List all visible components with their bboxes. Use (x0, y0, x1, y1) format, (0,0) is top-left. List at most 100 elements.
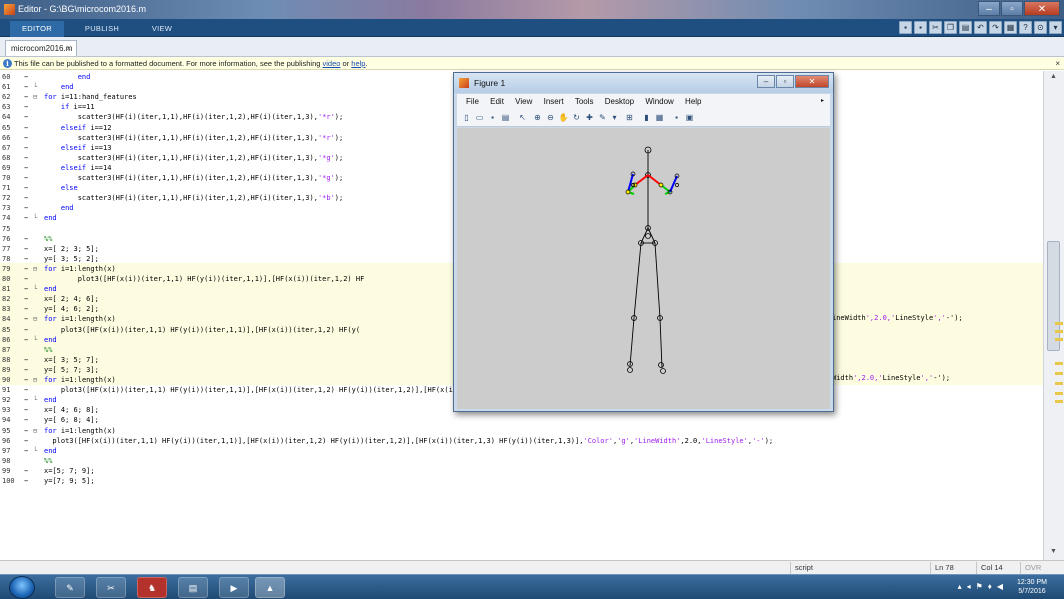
breakpoint-gutter[interactable]: − (24, 325, 28, 335)
link-icon[interactable]: ⊞ (624, 112, 635, 123)
fold-marker[interactable]: └ (33, 395, 43, 405)
figure-window[interactable]: Figure 1 – ▫ ✕ File Edit View Insert Too… (453, 72, 834, 412)
breakpoint-gutter[interactable]: − (24, 92, 28, 102)
breakpoint-gutter[interactable]: − (24, 163, 28, 173)
warning-marker[interactable] (1055, 382, 1063, 385)
help-link[interactable]: help (351, 59, 365, 68)
editor-scrollbar[interactable]: ▲ ▼ (1043, 71, 1064, 560)
breakpoint-gutter[interactable]: − (24, 193, 28, 203)
figure-minimize-icon[interactable]: – (757, 75, 775, 88)
menu-overflow-icon[interactable]: ▸ (821, 94, 824, 109)
warning-marker[interactable] (1055, 362, 1063, 365)
breakpoint-gutter[interactable]: − (24, 102, 28, 112)
breakpoint-gutter[interactable]: − (24, 436, 28, 446)
fold-marker[interactable]: ⊟ (33, 92, 43, 102)
brush-icon[interactable]: ✎ (597, 112, 608, 123)
warning-marker[interactable] (1055, 330, 1063, 333)
colorbar-icon[interactable]: ▮ (641, 112, 652, 123)
media-player-icon[interactable]: ▶ (219, 577, 249, 598)
pen-app-icon[interactable]: ✎ (55, 577, 85, 598)
code-line[interactable]: 99− x=[5; 7; 9]; (0, 466, 1043, 476)
breakpoint-gutter[interactable]: − (24, 274, 28, 284)
menu-desktop[interactable]: Desktop (605, 97, 634, 106)
breakpoint-gutter[interactable]: − (24, 234, 28, 244)
breakpoint-gutter[interactable]: − (24, 82, 28, 92)
breakpoint-gutter[interactable]: − (24, 264, 28, 274)
fold-marker[interactable]: └ (33, 335, 43, 345)
breakpoint-gutter[interactable]: − (24, 203, 28, 213)
undo-icon[interactable]: ↶ (974, 21, 987, 34)
show-plot-tools-icon[interactable]: ▣ (684, 112, 695, 123)
warning-marker[interactable] (1055, 372, 1063, 375)
warning-marker[interactable] (1055, 338, 1063, 341)
breakpoint-gutter[interactable]: − (24, 153, 28, 163)
hide-plot-tools-icon[interactable]: ▪ (671, 112, 682, 123)
tab-view[interactable]: VIEW (140, 21, 184, 37)
rotate-icon[interactable]: ↻ (571, 112, 582, 123)
zoom-out-icon[interactable]: ⊖ (545, 112, 556, 123)
fold-marker[interactable]: └ (33, 284, 43, 294)
fold-marker[interactable]: └ (33, 213, 43, 223)
code-line[interactable]: 95− ⊟ for i=1:length(x) (0, 426, 1043, 436)
breakpoint-gutter[interactable]: − (24, 183, 28, 193)
close-icon[interactable]: ✕ (1024, 1, 1060, 16)
breakpoint-gutter[interactable]: − (24, 254, 28, 264)
clock[interactable]: 12:30 PM 5/7/2016 (1012, 578, 1052, 596)
legend-icon[interactable]: ▦ (654, 112, 665, 123)
file-explorer-icon[interactable]: ▤ (178, 577, 208, 598)
video-link[interactable]: video (323, 59, 341, 68)
menu-window[interactable]: Window (645, 97, 673, 106)
close-info-icon[interactable]: × (1055, 57, 1060, 70)
figure-title-bar[interactable]: Figure 1 – ▫ ✕ (454, 73, 833, 93)
menu-tools[interactable]: Tools (575, 97, 594, 106)
maximize-icon[interactable]: ▫ (1001, 1, 1023, 16)
breakpoint-gutter[interactable]: − (24, 294, 28, 304)
breakpoint-gutter[interactable]: − (24, 244, 28, 254)
breakpoint-gutter[interactable]: − (24, 426, 28, 436)
open-file-icon[interactable]: ▭ (474, 112, 485, 123)
breakpoint-gutter[interactable]: − (24, 355, 28, 365)
breakpoint-gutter[interactable]: − (24, 112, 28, 122)
zynga-app-icon[interactable]: ♞ (137, 577, 167, 598)
code-line[interactable]: 96− plot3([HF(x(i))(iter,1,1) HF(y(i))(i… (0, 436, 1043, 446)
fold-marker[interactable]: ⊟ (33, 264, 43, 274)
data-cursor-icon[interactable]: ✚ (584, 112, 595, 123)
document-tab[interactable]: microcom2016.m × (5, 40, 77, 56)
breakpoint-gutter[interactable]: − (24, 395, 28, 405)
fold-marker[interactable]: └ (33, 446, 43, 456)
save-icon[interactable]: ▪ (899, 21, 912, 34)
breakpoint-gutter[interactable]: − (24, 385, 28, 395)
fold-marker[interactable]: ⊟ (33, 426, 43, 436)
figure-close-icon[interactable]: ✕ (795, 75, 829, 88)
breakpoint-gutter[interactable]: − (24, 143, 28, 153)
redo-icon[interactable]: ↷ (989, 21, 1002, 34)
cut-icon[interactable]: ✂ (929, 21, 942, 34)
warning-marker[interactable] (1055, 400, 1063, 403)
breakpoint-gutter[interactable]: − (24, 405, 28, 415)
warning-marker[interactable] (1055, 322, 1063, 325)
breakpoint-gutter[interactable]: − (24, 173, 28, 183)
warning-marker[interactable] (1055, 392, 1063, 395)
pan-icon[interactable]: ✋ (558, 112, 569, 123)
scroll-up-icon[interactable]: ▲ (1047, 73, 1060, 83)
breakpoint-gutter[interactable]: − (24, 466, 28, 476)
help-icon[interactable]: ? (1019, 21, 1032, 34)
minimize-icon[interactable]: – (978, 1, 1000, 16)
breakpoint-gutter[interactable]: − (24, 213, 28, 223)
code-line[interactable]: 98%% (0, 456, 1043, 466)
figure-maximize-icon[interactable]: ▫ (776, 75, 794, 88)
breakpoint-gutter[interactable]: − (24, 415, 28, 425)
save-all-icon[interactable]: ▪ (914, 21, 927, 34)
code-line[interactable]: 97− └ end (0, 446, 1043, 456)
tab-publish[interactable]: PUBLISH (72, 21, 132, 37)
search-icon[interactable]: ⊙ (1034, 21, 1047, 34)
pointer-icon[interactable]: ↖ (517, 112, 528, 123)
print-icon[interactable]: ▤ (500, 112, 511, 123)
breakpoint-gutter[interactable]: − (24, 72, 28, 82)
tab-editor[interactable]: EDITOR (10, 21, 64, 37)
window-title-bar[interactable]: Editor - G:\BG\microcom2016.m – ▫ ✕ (0, 0, 1064, 19)
menu-file[interactable]: File (466, 97, 479, 106)
breakpoint-gutter[interactable]: − (24, 446, 28, 456)
brush-dropdown-icon[interactable]: ▾ (609, 112, 620, 123)
tray-icons[interactable]: ▴◂⚑♦◀ (958, 582, 1008, 591)
